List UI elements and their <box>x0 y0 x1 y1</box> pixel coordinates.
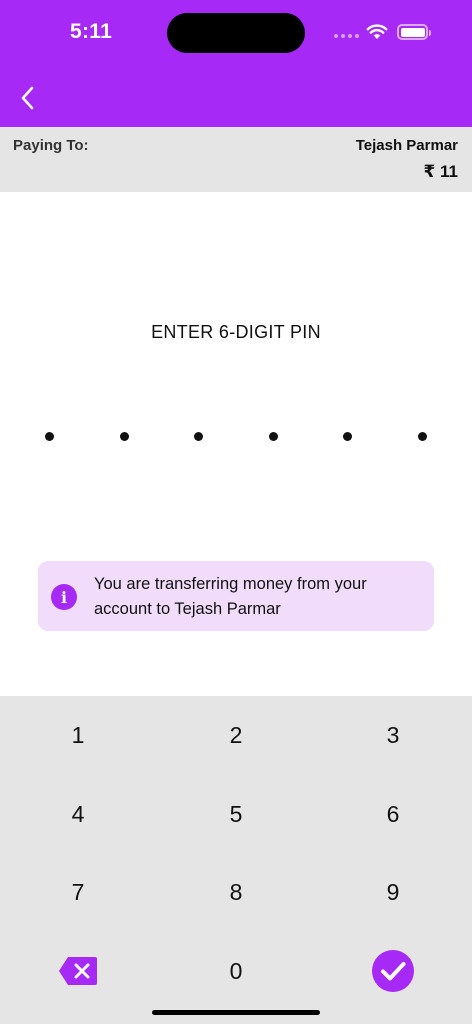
pin-dot <box>418 432 427 441</box>
key-1[interactable]: 1 <box>18 705 138 765</box>
status-time: 5:11 <box>70 20 113 43</box>
chevron-left-icon <box>21 86 34 110</box>
payment-amount: ₹ 11 <box>423 162 458 181</box>
checkmark-icon <box>372 950 414 992</box>
key-8[interactable]: 8 <box>176 862 296 922</box>
key-2[interactable]: 2 <box>176 705 296 765</box>
status-bar: 5:11 <box>0 0 472 70</box>
numeric-keypad: 1 2 3 4 5 6 7 8 9 0 <box>0 696 472 1024</box>
app-header <box>0 70 472 127</box>
payment-summary: Paying To: Tejash Parmar ₹ 11 <box>0 127 472 192</box>
info-banner: i You are transferring money from your a… <box>38 561 434 631</box>
backspace-button[interactable] <box>18 941 138 1001</box>
key-3[interactable]: 3 <box>333 705 453 765</box>
submit-button[interactable] <box>333 941 453 1001</box>
paying-to-label: Paying To: <box>13 137 89 154</box>
pin-dot <box>343 432 353 441</box>
battery-icon <box>397 24 431 40</box>
key-4[interactable]: 4 <box>18 784 138 844</box>
dynamic-island <box>167 13 305 53</box>
cellular-signal-icon <box>334 34 359 38</box>
pin-title: ENTER 6-DIGIT PIN <box>151 322 321 342</box>
pin-dots <box>0 432 472 444</box>
key-0[interactable]: 0 <box>176 941 296 1001</box>
key-5[interactable]: 5 <box>176 784 296 844</box>
pin-dot <box>268 432 278 441</box>
home-indicator[interactable] <box>152 1010 320 1015</box>
pin-dot <box>194 432 204 441</box>
wifi-icon <box>366 24 388 39</box>
info-message: You are transferring money from your acc… <box>94 575 367 618</box>
pin-dot <box>45 432 54 441</box>
key-6[interactable]: 6 <box>333 784 453 844</box>
back-button[interactable] <box>10 78 44 118</box>
pin-dot <box>119 432 129 441</box>
key-7[interactable]: 7 <box>18 862 138 922</box>
backspace-icon <box>59 957 97 985</box>
payee-name: Tejash Parmar <box>355 137 458 154</box>
info-icon: i <box>51 584 77 610</box>
key-9[interactable]: 9 <box>333 862 453 922</box>
